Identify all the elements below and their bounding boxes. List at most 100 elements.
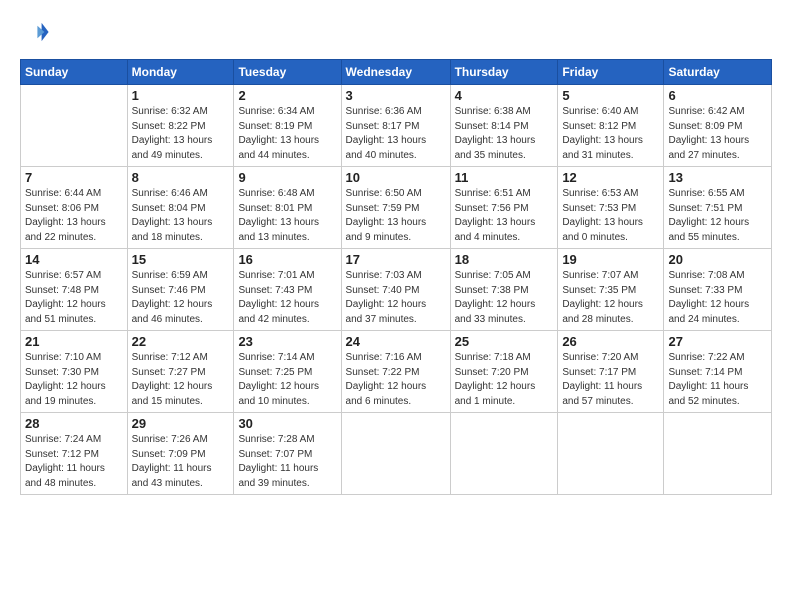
day-number: 23 xyxy=(238,334,336,349)
calendar-week-3: 14 Sunrise: 6:57 AMSunset: 7:48 PMDayligh… xyxy=(21,249,772,331)
calendar-cell: 28 Sunrise: 7:24 AMSunset: 7:12 PMDayligh… xyxy=(21,413,128,495)
calendar-cell: 6 Sunrise: 6:42 AMSunset: 8:09 PMDaylight… xyxy=(664,85,772,167)
day-header-thursday: Thursday xyxy=(450,60,558,85)
day-info: Sunrise: 6:57 AMSunset: 7:48 PMDaylight:… xyxy=(25,269,123,327)
day-number: 17 xyxy=(346,252,446,267)
calendar-cell: 11 Sunrise: 6:51 AMSunset: 7:56 PMDayligh… xyxy=(450,167,558,249)
day-info: Sunrise: 6:53 AMSunset: 7:53 PMDaylight:… xyxy=(562,187,659,245)
day-number: 2 xyxy=(238,88,336,103)
calendar-cell: 27Sunrise: 7:22 AMSunset: 7:14 PMDayligh… xyxy=(664,331,772,413)
day-number: 30 xyxy=(238,416,336,431)
day-info: Sunrise: 6:36 AMSunset: 8:17 PMDaylight:… xyxy=(346,105,446,163)
day-number: 24 xyxy=(346,334,446,349)
day-number: 25 xyxy=(455,334,554,349)
calendar-cell: 1Sunrise: 6:32 AMSunset: 8:22 PMDaylight… xyxy=(127,85,234,167)
day-info: Sunrise: 7:20 AMSunset: 7:17 PMDaylight:… xyxy=(562,351,659,409)
calendar-cell: 23Sunrise: 7:14 AMSunset: 7:25 PMDayligh… xyxy=(234,331,341,413)
day-number: 6 xyxy=(668,88,767,103)
calendar-cell: 3 Sunrise: 6:36 AMSunset: 8:17 PMDaylight… xyxy=(341,85,450,167)
calendar-week-4: 21Sunrise: 7:10 AMSunset: 7:30 PMDayligh… xyxy=(21,331,772,413)
calendar-cell: 24 Sunrise: 7:16 AMSunset: 7:22 PMDayligh… xyxy=(341,331,450,413)
day-header-friday: Friday xyxy=(558,60,664,85)
day-info: Sunrise: 6:46 AMSunset: 8:04 PMDaylight:… xyxy=(132,187,230,245)
day-info: Sunrise: 6:32 AMSunset: 8:22 PMDaylight:… xyxy=(132,105,230,163)
day-number: 15 xyxy=(132,252,230,267)
day-number: 7 xyxy=(25,170,123,185)
day-info: Sunrise: 7:26 AMSunset: 7:09 PMDaylight:… xyxy=(132,433,230,491)
day-number: 3 xyxy=(346,88,446,103)
calendar-cell xyxy=(21,85,128,167)
calendar-week-5: 28 Sunrise: 7:24 AMSunset: 7:12 PMDayligh… xyxy=(21,413,772,495)
day-info: Sunrise: 7:28 AMSunset: 7:07 PMDaylight:… xyxy=(238,433,336,491)
day-number: 22 xyxy=(132,334,230,349)
day-info: Sunrise: 7:03 AMSunset: 7:40 PMDaylight:… xyxy=(346,269,446,327)
day-info: Sunrise: 6:40 AMSunset: 8:12 PMDaylight:… xyxy=(562,105,659,163)
calendar-cell: 17 Sunrise: 7:03 AMSunset: 7:40 PMDayligh… xyxy=(341,249,450,331)
day-info: Sunrise: 7:01 AMSunset: 7:43 PMDaylight:… xyxy=(238,269,336,327)
day-info: Sunrise: 7:05 AMSunset: 7:38 PMDaylight:… xyxy=(455,269,554,327)
day-info: Sunrise: 7:12 AMSunset: 7:27 PMDaylight:… xyxy=(132,351,230,409)
day-number: 10 xyxy=(346,170,446,185)
day-number: 16 xyxy=(238,252,336,267)
calendar-cell xyxy=(558,413,664,495)
calendar-cell: 15 Sunrise: 6:59 AMSunset: 7:46 PMDayligh… xyxy=(127,249,234,331)
day-header-wednesday: Wednesday xyxy=(341,60,450,85)
day-number: 5 xyxy=(562,88,659,103)
day-header-sunday: Sunday xyxy=(21,60,128,85)
day-number: 27 xyxy=(668,334,767,349)
day-info: Sunrise: 6:42 AMSunset: 8:09 PMDaylight:… xyxy=(668,105,767,163)
day-info: Sunrise: 7:24 AMSunset: 7:12 PMDaylight:… xyxy=(25,433,123,491)
calendar-cell: 9Sunrise: 6:48 AMSunset: 8:01 PMDaylight… xyxy=(234,167,341,249)
calendar-cell xyxy=(450,413,558,495)
day-info: Sunrise: 6:34 AMSunset: 8:19 PMDaylight:… xyxy=(238,105,336,163)
logo-icon xyxy=(22,18,50,46)
calendar-cell xyxy=(664,413,772,495)
calendar-cell xyxy=(341,413,450,495)
calendar-cell: 10 Sunrise: 6:50 AMSunset: 7:59 PMDayligh… xyxy=(341,167,450,249)
day-number: 14 xyxy=(25,252,123,267)
day-number: 4 xyxy=(455,88,554,103)
calendar-cell: 7 Sunrise: 6:44 AMSunset: 8:06 PMDaylight… xyxy=(21,167,128,249)
day-info: Sunrise: 6:55 AMSunset: 7:51 PMDaylight:… xyxy=(668,187,767,245)
day-number: 12 xyxy=(562,170,659,185)
calendar-cell: 4 Sunrise: 6:38 AMSunset: 8:14 PMDaylight… xyxy=(450,85,558,167)
calendar-cell: 18 Sunrise: 7:05 AMSunset: 7:38 PMDayligh… xyxy=(450,249,558,331)
day-number: 19 xyxy=(562,252,659,267)
calendar-week-2: 7 Sunrise: 6:44 AMSunset: 8:06 PMDaylight… xyxy=(21,167,772,249)
page: SundayMondayTuesdayWednesdayThursdayFrid… xyxy=(0,0,792,612)
calendar-cell: 14 Sunrise: 6:57 AMSunset: 7:48 PMDayligh… xyxy=(21,249,128,331)
calendar-cell: 22 Sunrise: 7:12 AMSunset: 7:27 PMDayligh… xyxy=(127,331,234,413)
day-info: Sunrise: 7:16 AMSunset: 7:22 PMDaylight:… xyxy=(346,351,446,409)
day-header-saturday: Saturday xyxy=(664,60,772,85)
day-number: 29 xyxy=(132,416,230,431)
calendar-cell: 19 Sunrise: 7:07 AMSunset: 7:35 PMDayligh… xyxy=(558,249,664,331)
day-info: Sunrise: 7:07 AMSunset: 7:35 PMDaylight:… xyxy=(562,269,659,327)
day-info: Sunrise: 7:08 AMSunset: 7:33 PMDaylight:… xyxy=(668,269,767,327)
day-info: Sunrise: 6:38 AMSunset: 8:14 PMDaylight:… xyxy=(455,105,554,163)
day-number: 18 xyxy=(455,252,554,267)
day-number: 9 xyxy=(238,170,336,185)
calendar-cell: 13Sunrise: 6:55 AMSunset: 7:51 PMDayligh… xyxy=(664,167,772,249)
day-info: Sunrise: 7:18 AMSunset: 7:20 PMDaylight:… xyxy=(455,351,554,409)
calendar-header-row: SundayMondayTuesdayWednesdayThursdayFrid… xyxy=(21,60,772,85)
calendar-cell: 5 Sunrise: 6:40 AMSunset: 8:12 PMDaylight… xyxy=(558,85,664,167)
calendar-cell: 8 Sunrise: 6:46 AMSunset: 8:04 PMDaylight… xyxy=(127,167,234,249)
calendar-cell: 25 Sunrise: 7:18 AMSunset: 7:20 PMDayligh… xyxy=(450,331,558,413)
day-number: 8 xyxy=(132,170,230,185)
calendar: SundayMondayTuesdayWednesdayThursdayFrid… xyxy=(20,59,772,495)
day-number: 26 xyxy=(562,334,659,349)
day-info: Sunrise: 6:59 AMSunset: 7:46 PMDaylight:… xyxy=(132,269,230,327)
calendar-cell: 29 Sunrise: 7:26 AMSunset: 7:09 PMDayligh… xyxy=(127,413,234,495)
day-number: 11 xyxy=(455,170,554,185)
calendar-cell: 30 Sunrise: 7:28 AMSunset: 7:07 PMDayligh… xyxy=(234,413,341,495)
day-info: Sunrise: 6:44 AMSunset: 8:06 PMDaylight:… xyxy=(25,187,123,245)
day-info: Sunrise: 6:50 AMSunset: 7:59 PMDaylight:… xyxy=(346,187,446,245)
day-number: 21 xyxy=(25,334,123,349)
calendar-cell: 21Sunrise: 7:10 AMSunset: 7:30 PMDayligh… xyxy=(21,331,128,413)
day-number: 28 xyxy=(25,416,123,431)
day-number: 20 xyxy=(668,252,767,267)
calendar-cell: 20 Sunrise: 7:08 AMSunset: 7:33 PMDayligh… xyxy=(664,249,772,331)
calendar-cell: 26 Sunrise: 7:20 AMSunset: 7:17 PMDayligh… xyxy=(558,331,664,413)
calendar-week-1: 1Sunrise: 6:32 AMSunset: 8:22 PMDaylight… xyxy=(21,85,772,167)
day-info: Sunrise: 6:51 AMSunset: 7:56 PMDaylight:… xyxy=(455,187,554,245)
